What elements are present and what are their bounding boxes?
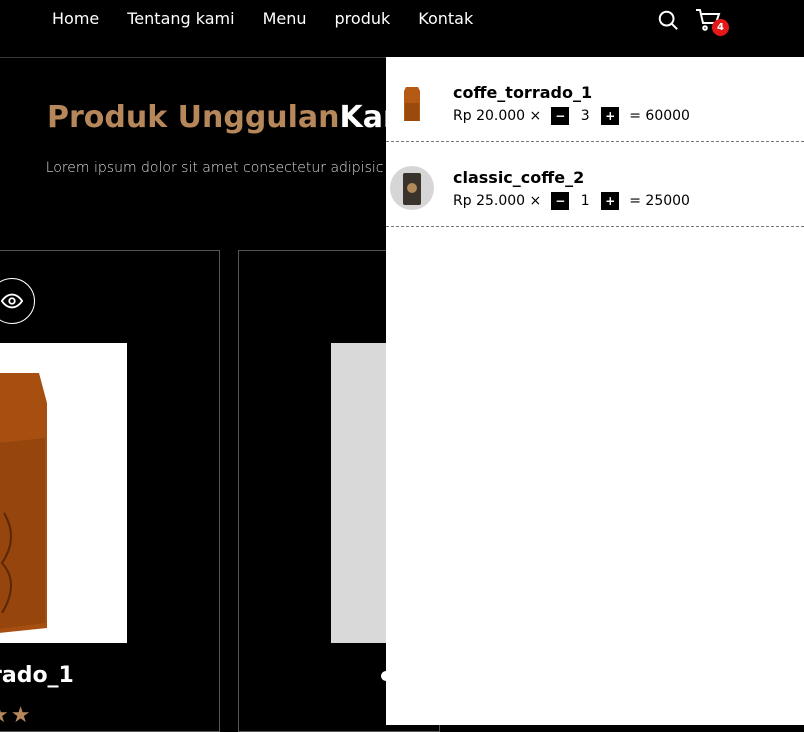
nav-links: Home Tentang kami Menu produk Kontak xyxy=(52,9,473,28)
coffee-package-thumbnail xyxy=(403,173,421,205)
section-description: Lorem ipsum dolor sit amet consectetur a… xyxy=(45,160,415,176)
cart-item-thumbnail xyxy=(390,81,434,125)
cart-item-price: Rp 25.000 × xyxy=(453,193,542,209)
product-rating: ★★ xyxy=(0,703,33,728)
cart-item: coffe_torrado_1 Rp 20.000 × − 3 + = 6000… xyxy=(386,57,804,142)
cart-item-name: classic_coffe_2 xyxy=(453,168,585,187)
navbar: Home Tentang kami Menu produk Kontak 4 xyxy=(0,0,804,58)
cart-item-total: = 60000 xyxy=(629,108,690,124)
cart-item-quantity: 3 xyxy=(580,108,590,124)
cart-item-thumbnail xyxy=(390,166,434,210)
nav-link-menu[interactable]: Menu xyxy=(263,9,307,28)
section-title: Produk UnggulanKam xyxy=(47,100,414,135)
cart-item: classic_coffe_2 Rp 25.000 × − 1 + = 2500… xyxy=(386,142,804,227)
cart-count-badge: 4 xyxy=(712,19,729,36)
product-name: rado_1 xyxy=(0,663,74,688)
decrease-quantity-button[interactable]: − xyxy=(551,192,570,210)
cart-item-price: Rp 20.000 × xyxy=(453,108,542,124)
view-product-button[interactable] xyxy=(0,278,35,324)
section-title-accent: Produk Unggulan xyxy=(47,100,340,135)
nav-link-kontak[interactable]: Kontak xyxy=(418,9,473,28)
cart-panel: coffe_torrado_1 Rp 20.000 × − 3 + = 6000… xyxy=(386,57,804,725)
increase-quantity-button[interactable]: + xyxy=(601,107,620,125)
increase-quantity-button[interactable]: + xyxy=(601,192,620,210)
nav-link-tentang-kami[interactable]: Tentang kami xyxy=(127,9,234,28)
cart-item-price-line: Rp 20.000 × − 3 + = 60000 xyxy=(453,107,690,125)
decrease-quantity-button[interactable]: − xyxy=(551,107,570,125)
search-icon[interactable] xyxy=(657,9,679,31)
cart-item-price-line: Rp 25.000 × − 1 + = 25000 xyxy=(453,192,690,210)
coffee-bag-image xyxy=(0,373,47,633)
product-image xyxy=(0,343,127,643)
nav-link-produk[interactable]: produk xyxy=(335,9,391,28)
cart-item-name: coffe_torrado_1 xyxy=(453,83,593,102)
cart-item-quantity: 1 xyxy=(580,193,590,209)
coffee-bag-thumbnail xyxy=(404,87,420,121)
product-card: rado_1 ★★ xyxy=(0,250,220,732)
cart-item-total: = 25000 xyxy=(629,193,690,209)
nav-link-home[interactable]: Home xyxy=(52,9,99,28)
eye-icon xyxy=(1,293,23,309)
